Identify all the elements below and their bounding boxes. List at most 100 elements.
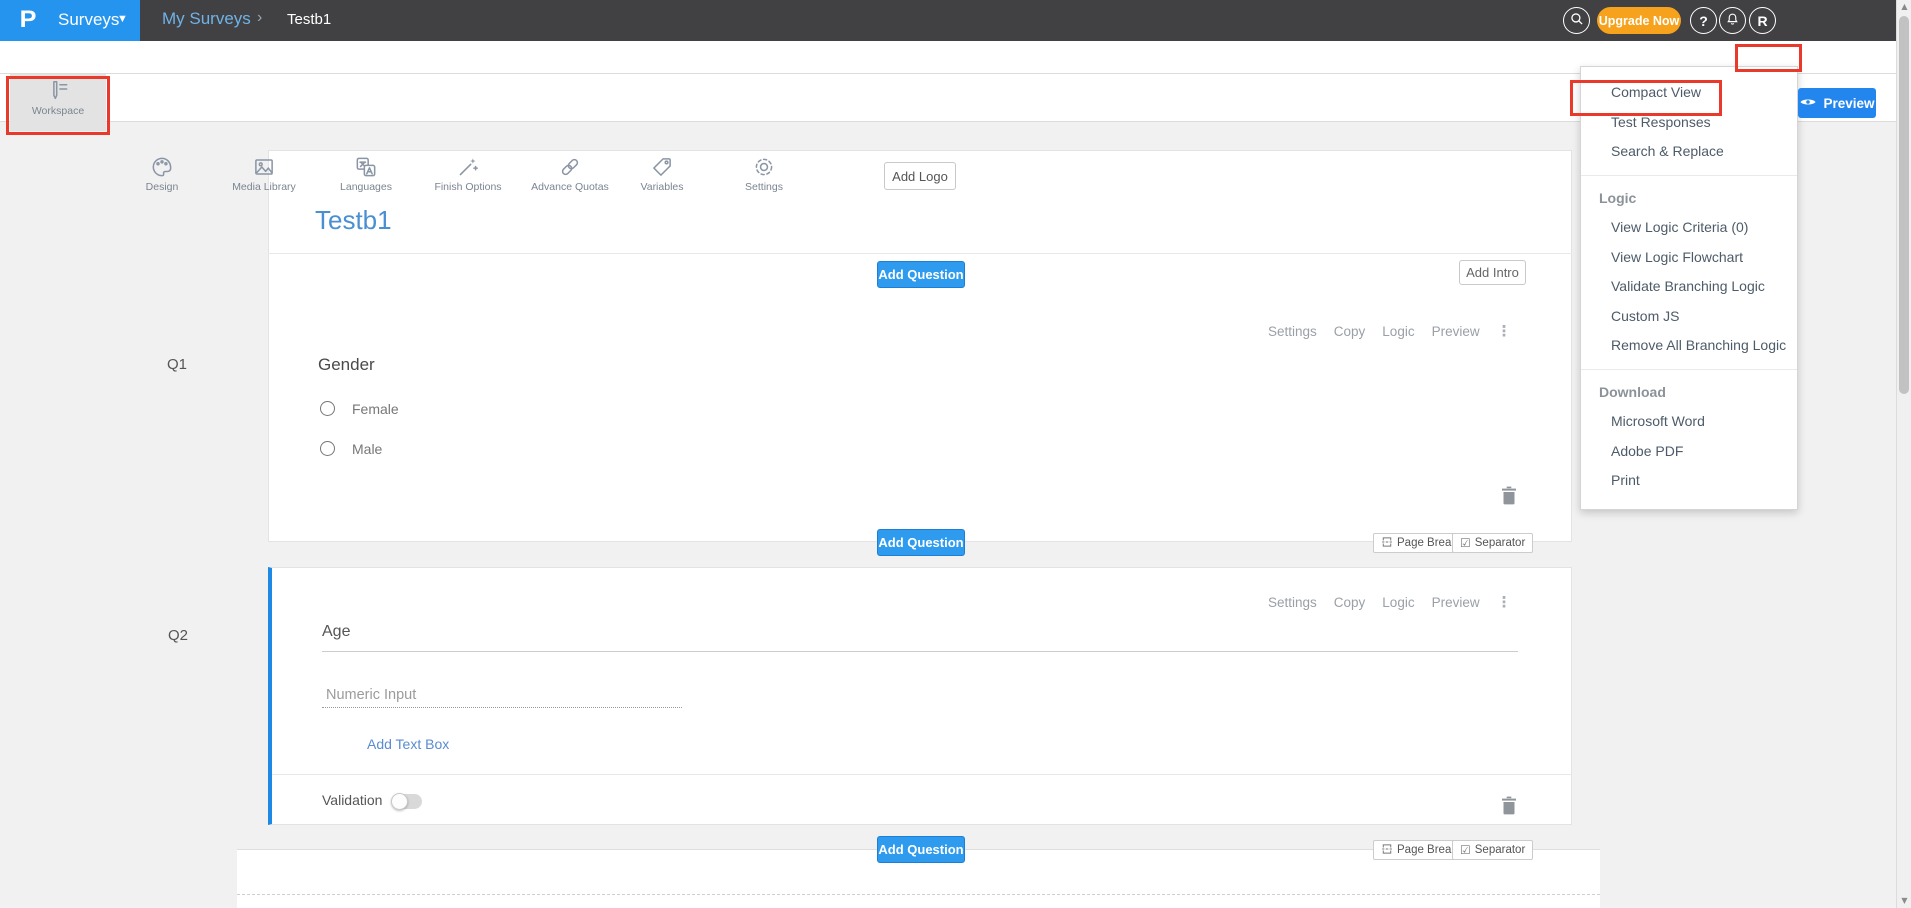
- question-copy-link[interactable]: Copy: [1334, 595, 1366, 610]
- user-avatar[interactable]: R: [1749, 7, 1776, 34]
- toolbar-item-finish-options[interactable]: Finish Options: [420, 150, 516, 196]
- question-logic-link[interactable]: Logic: [1382, 324, 1414, 339]
- question-preview-link[interactable]: Preview: [1432, 595, 1480, 610]
- media-library-icon: [251, 154, 277, 180]
- menu-divider: [1581, 369, 1797, 370]
- eye-icon: [1799, 96, 1817, 111]
- add-question-button-middle[interactable]: Add Question: [877, 529, 965, 556]
- toolbar-item-label: Settings: [716, 181, 812, 193]
- toolbar-item-label: Finish Options: [420, 181, 516, 193]
- add-logo-button[interactable]: Add Logo: [884, 162, 956, 190]
- upgrade-now-button[interactable]: Upgrade Now: [1597, 7, 1681, 34]
- toolbar-item-media-library[interactable]: Media Library: [216, 150, 312, 196]
- variables-tag-icon: [649, 154, 675, 180]
- survey-page-card: [268, 150, 1572, 542]
- numeric-input-underline: [322, 707, 682, 708]
- page-dashed-divider: [237, 894, 1600, 895]
- survey-builder-screen: P Surveys ▼ My Surveys › Testb1 Upgrade …: [0, 0, 1911, 908]
- separator-label: Separator: [1475, 844, 1526, 856]
- menu-item-compact-view[interactable]: Compact View: [1581, 78, 1797, 108]
- menu-item-search-replace[interactable]: Search & Replace: [1581, 137, 1797, 167]
- radio-option-label[interactable]: Male: [352, 441, 382, 457]
- scroll-down-arrow-icon[interactable]: ▼: [1897, 894, 1911, 908]
- toolbar-item-design[interactable]: Design: [114, 150, 210, 196]
- design-palette-icon: [149, 154, 175, 180]
- numeric-input-placeholder[interactable]: Numeric Input: [326, 687, 416, 703]
- question-actions-q1: Settings Copy Logic Preview ⋮: [1268, 322, 1512, 340]
- menu-item-print[interactable]: Print: [1581, 466, 1797, 496]
- question-settings-link[interactable]: Settings: [1268, 324, 1317, 339]
- top-bar: P Surveys ▼ My Surveys › Testb1 Upgrade …: [0, 0, 1911, 41]
- tools-dropdown-menu: Compact View Test Responses Search & Rep…: [1580, 66, 1798, 510]
- menu-item-custom-js[interactable]: Custom JS: [1581, 302, 1797, 332]
- toolbar-item-languages[interactable]: Languages: [318, 150, 414, 196]
- add-question-button-top[interactable]: Add Question: [877, 261, 965, 288]
- question-copy-link[interactable]: Copy: [1334, 324, 1366, 339]
- menu-item-remove-all-branching-logic[interactable]: Remove All Branching Logic: [1581, 331, 1797, 361]
- avatar-initial: R: [1757, 13, 1767, 29]
- more-options-icon[interactable]: ⋮: [1497, 593, 1512, 611]
- question-title-q1[interactable]: Gender: [318, 355, 375, 375]
- menu-item-validate-branching-logic[interactable]: Validate Branching Logic: [1581, 272, 1797, 302]
- settings-gear-icon: [751, 154, 777, 180]
- radio-option-label[interactable]: Female: [352, 401, 399, 417]
- page-break-icon: [1381, 843, 1393, 858]
- proprofs-logo-icon: P: [20, 6, 37, 34]
- add-text-box-link[interactable]: Add Text Box: [367, 736, 449, 752]
- question-title-underline: [322, 651, 1518, 652]
- menu-item-adobe-pdf[interactable]: Adobe PDF: [1581, 437, 1797, 467]
- languages-icon: [353, 154, 379, 180]
- radio-option-male[interactable]: [320, 441, 335, 456]
- question-title-q2[interactable]: Age: [322, 623, 350, 641]
- question-number-q1: Q1: [167, 356, 187, 373]
- add-question-button-bottom[interactable]: Add Question: [877, 836, 965, 863]
- workspace-icon: [45, 78, 71, 104]
- more-options-icon[interactable]: ⋮: [1497, 322, 1512, 340]
- menu-item-view-logic-flowchart[interactable]: View Logic Flowchart: [1581, 243, 1797, 273]
- help-button[interactable]: ?: [1690, 7, 1717, 34]
- page-break-label: Page Break: [1397, 537, 1457, 549]
- toolbar-item-label: Design: [114, 181, 210, 193]
- validation-toggle[interactable]: [392, 794, 422, 809]
- validation-label: Validation: [322, 792, 382, 808]
- breadcrumb-my-surveys[interactable]: My Surveys: [162, 9, 251, 29]
- advance-quotas-link-icon: [557, 154, 583, 180]
- preview-button-label: Preview: [1823, 96, 1874, 111]
- radio-option-female[interactable]: [320, 401, 335, 416]
- question-settings-link[interactable]: Settings: [1268, 595, 1317, 610]
- toolbar-item-advance-quotas[interactable]: Advance Quotas: [522, 150, 618, 196]
- search-icon: [1569, 11, 1585, 30]
- toolbar-item-variables[interactable]: Variables: [614, 150, 710, 196]
- menu-item-microsoft-word[interactable]: Microsoft Word: [1581, 407, 1797, 437]
- toolbar-item-settings[interactable]: Settings: [716, 150, 812, 196]
- delete-question-button-q1[interactable]: [1500, 486, 1518, 505]
- scroll-up-arrow-icon[interactable]: ▲: [1897, 0, 1911, 14]
- checkbox-checked-icon: ☑: [1460, 536, 1471, 550]
- menu-item-view-logic-criteria[interactable]: View Logic Criteria (0): [1581, 213, 1797, 243]
- page-break-label: Page Break: [1397, 844, 1457, 856]
- add-intro-button[interactable]: Add Intro: [1459, 260, 1526, 285]
- search-button[interactable]: [1563, 7, 1590, 34]
- chevron-down-icon: ▼: [117, 13, 128, 25]
- delete-question-button-q2[interactable]: [1500, 796, 1518, 815]
- page-break-icon: [1381, 536, 1393, 551]
- toolbar-item-label: Media Library: [216, 181, 312, 193]
- separator-button[interactable]: ☑ Separator: [1452, 840, 1533, 860]
- menu-item-test-responses[interactable]: Test Responses: [1581, 108, 1797, 138]
- scrollbar-thumb[interactable]: [1899, 16, 1909, 394]
- question-logic-link[interactable]: Logic: [1382, 595, 1414, 610]
- toolbar-item-workspace[interactable]: Workspace: [10, 74, 106, 131]
- finish-options-wand-icon: [455, 154, 481, 180]
- question-actions-q2: Settings Copy Logic Preview ⋮: [1268, 593, 1512, 611]
- separator-button[interactable]: ☑ Separator: [1452, 533, 1533, 553]
- toolbar-item-label: Variables: [614, 181, 710, 193]
- surveys-app-switcher[interactable]: P Surveys ▼: [0, 0, 140, 41]
- menu-header-logic: Logic: [1581, 184, 1797, 214]
- preview-button[interactable]: Preview: [1798, 88, 1876, 118]
- survey-title[interactable]: Testb1: [315, 205, 392, 236]
- notifications-button[interactable]: [1719, 7, 1746, 34]
- question-preview-link[interactable]: Preview: [1432, 324, 1480, 339]
- separator-label: Separator: [1475, 537, 1526, 549]
- vertical-scrollbar[interactable]: ▲ ▼: [1896, 0, 1911, 908]
- checkbox-checked-icon: ☑: [1460, 843, 1471, 857]
